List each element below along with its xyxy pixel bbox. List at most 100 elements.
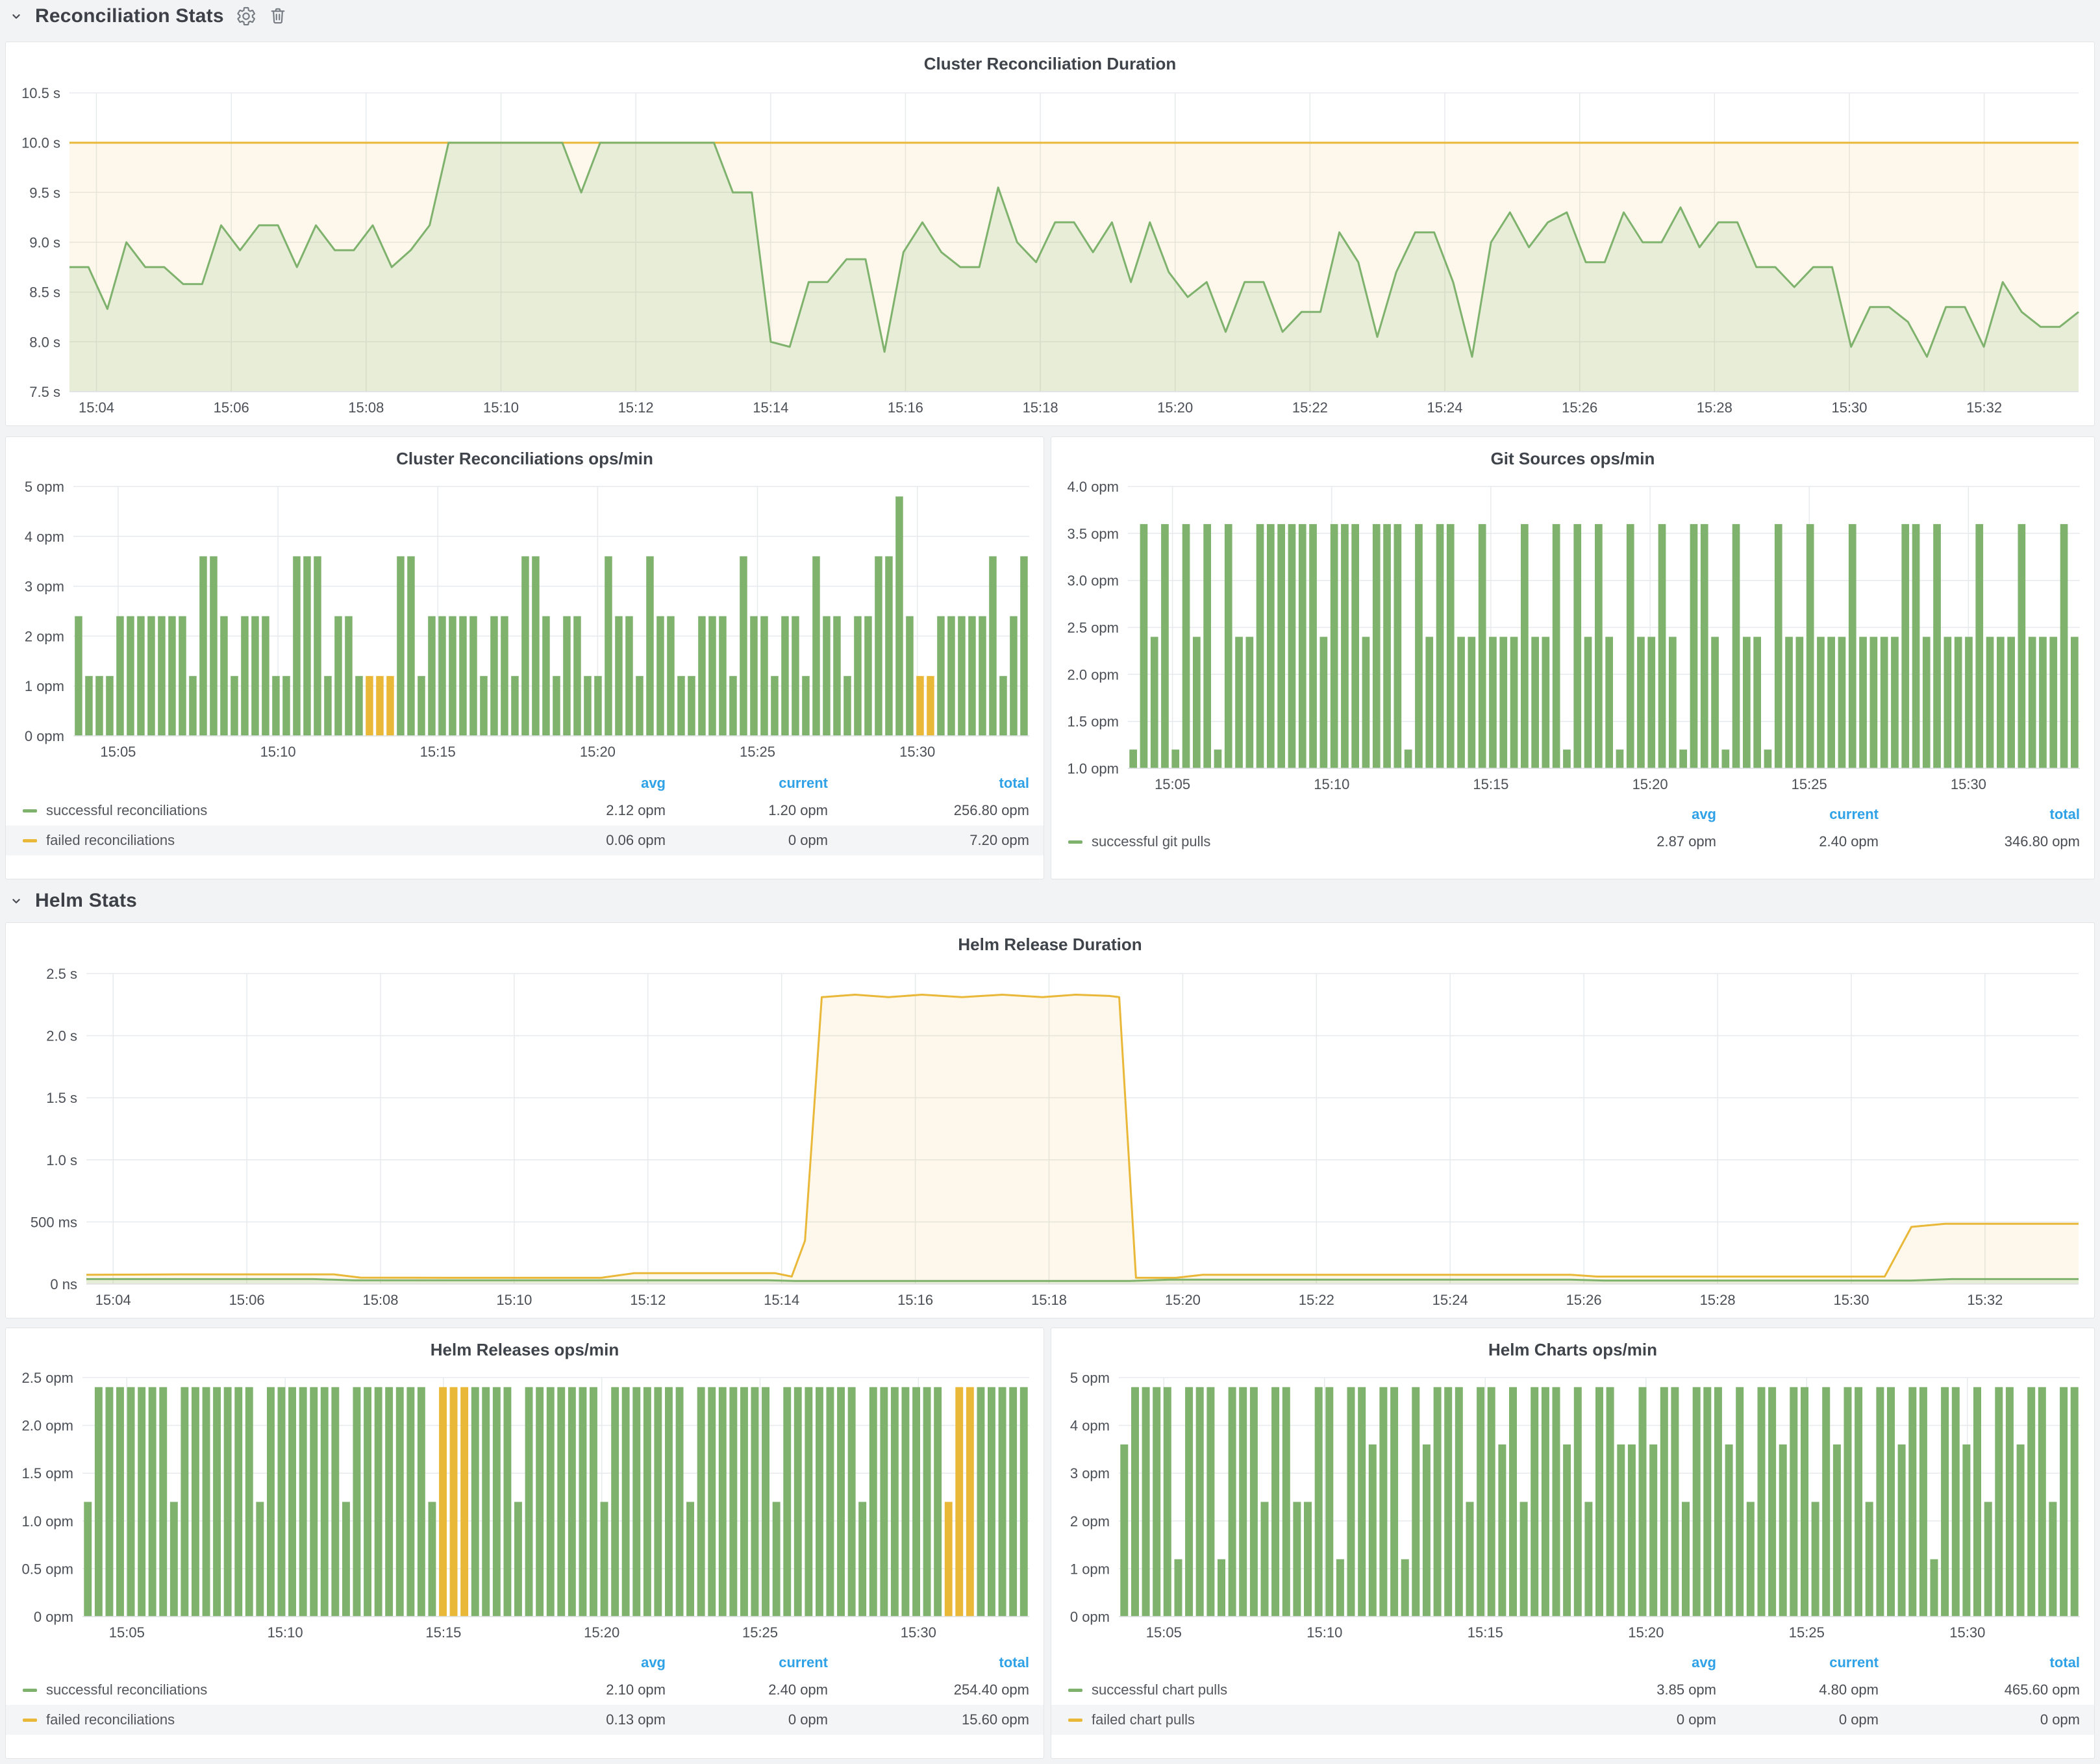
stat-avg: 0 opm: [1554, 1711, 1716, 1728]
helm-release-duration-chart[interactable]: 0 ns500 ms1.0 s1.5 s2.0 s2.5 s15:0415:06…: [14, 966, 2086, 1310]
stat-total: 346.80 opm: [1879, 833, 2080, 850]
svg-text:15:28: 15:28: [1697, 399, 1732, 416]
svg-text:15:10: 15:10: [483, 399, 519, 416]
legend-header-current[interactable]: current: [1716, 806, 1879, 823]
svg-text:15:04: 15:04: [95, 1292, 131, 1308]
series-label[interactable]: successful reconciliations: [46, 802, 207, 819]
svg-text:15:15: 15:15: [425, 1624, 461, 1641]
trash-icon[interactable]: [268, 6, 289, 27]
svg-text:15:10: 15:10: [268, 1624, 303, 1641]
svg-text:15:16: 15:16: [888, 399, 923, 416]
svg-text:2.5 s: 2.5 s: [46, 966, 77, 982]
svg-text:1 opm: 1 opm: [1070, 1561, 1110, 1577]
gear-icon[interactable]: [236, 6, 256, 27]
svg-text:0.5 opm: 0.5 opm: [22, 1561, 74, 1577]
legend-header-total[interactable]: total: [828, 1654, 1029, 1671]
svg-text:3 opm: 3 opm: [25, 579, 64, 595]
legend-header-total[interactable]: total: [828, 775, 1029, 792]
svg-text:15:30: 15:30: [1831, 399, 1867, 416]
panel-title[interactable]: Helm Release Duration: [6, 935, 2094, 955]
series-label[interactable]: successful chart pulls: [1092, 1682, 1227, 1698]
helm-releases-chart[interactable]: 0 opm0.5 opm1.0 opm1.5 opm2.0 opm2.5 opm…: [10, 1370, 1038, 1643]
git-sources-chart[interactable]: 1.0 opm1.5 opm2.0 opm2.5 opm3.0 opm3.5 o…: [1055, 479, 2089, 794]
legend-header-avg[interactable]: avg: [503, 775, 666, 792]
series-label[interactable]: failed chart pulls: [1092, 1711, 1195, 1728]
stat-current: 0 opm: [666, 1711, 828, 1728]
legend-header-total[interactable]: total: [1879, 1654, 2080, 1671]
stat-avg: 2.87 opm: [1554, 833, 1716, 850]
panel-title[interactable]: Helm Releases ops/min: [6, 1340, 1044, 1360]
svg-text:9.0 s: 9.0 s: [29, 234, 60, 251]
section-title[interactable]: Reconciliation Stats: [35, 5, 224, 27]
svg-text:10.5 s: 10.5 s: [21, 85, 60, 101]
legend-header-total[interactable]: total: [1879, 806, 2080, 823]
svg-text:15:04: 15:04: [79, 399, 114, 416]
svg-text:15:14: 15:14: [753, 399, 788, 416]
panel-title[interactable]: Cluster Reconciliations ops/min: [6, 449, 1044, 469]
svg-text:3.5 opm: 3.5 opm: [1068, 525, 1119, 542]
svg-text:2 opm: 2 opm: [25, 628, 64, 644]
panel-title[interactable]: Helm Charts ops/min: [1051, 1340, 2094, 1360]
panel-title[interactable]: Git Sources ops/min: [1051, 449, 2094, 469]
svg-text:1.0 s: 1.0 s: [46, 1152, 77, 1168]
series-label[interactable]: successful reconciliations: [46, 1682, 207, 1698]
svg-text:15:26: 15:26: [1562, 399, 1597, 416]
svg-text:15:32: 15:32: [1966, 399, 2002, 416]
cluster-reconciliations-chart[interactable]: 0 opm1 opm2 opm3 opm4 opm5 opm15:0515:10…: [10, 479, 1038, 762]
legend: avg current total successful chart pulls…: [1051, 1650, 2094, 1735]
section-title[interactable]: Helm Stats: [35, 890, 137, 912]
legend-header-avg[interactable]: avg: [503, 1654, 666, 1671]
svg-text:15:10: 15:10: [1306, 1624, 1342, 1641]
panel-helm-release-duration: Helm Release Duration 0 ns500 ms1.0 s1.5…: [5, 922, 2095, 1318]
legend-row: successful reconciliations 2.10 opm 2.40…: [6, 1675, 1044, 1705]
stat-current: 2.40 opm: [666, 1682, 828, 1698]
svg-text:4.0 opm: 4.0 opm: [1068, 479, 1119, 495]
series-label[interactable]: successful git pulls: [1092, 833, 1210, 850]
svg-text:15:10: 15:10: [260, 744, 296, 760]
legend-header-current[interactable]: current: [666, 775, 828, 792]
legend-header-current[interactable]: current: [1716, 1654, 1879, 1671]
chevron-down-icon: [9, 894, 23, 908]
series-label[interactable]: failed reconciliations: [46, 1711, 175, 1728]
stat-current: 2.40 opm: [1716, 833, 1879, 850]
series-swatch: [23, 1689, 37, 1692]
svg-text:15:20: 15:20: [1628, 1624, 1664, 1641]
series-label[interactable]: failed reconciliations: [46, 832, 175, 849]
svg-text:15:14: 15:14: [764, 1292, 799, 1308]
svg-text:8.0 s: 8.0 s: [29, 334, 60, 350]
stat-avg: 3.85 opm: [1554, 1682, 1716, 1698]
svg-text:15:18: 15:18: [1031, 1292, 1067, 1308]
section-helm-stats[interactable]: Helm Stats: [9, 886, 137, 916]
panel-helm-charts: Helm Charts ops/min 0 opm1 opm2 opm3 opm…: [1051, 1328, 2095, 1759]
svg-text:15:05: 15:05: [109, 1624, 145, 1641]
svg-text:1.5 s: 1.5 s: [46, 1090, 77, 1106]
svg-text:1.0 opm: 1.0 opm: [22, 1513, 74, 1530]
svg-text:2.5 opm: 2.5 opm: [22, 1370, 74, 1386]
svg-text:15:06: 15:06: [214, 399, 249, 416]
legend-header-avg[interactable]: avg: [1554, 1654, 1716, 1671]
stat-avg: 0.13 opm: [503, 1711, 666, 1728]
svg-text:0 opm: 0 opm: [34, 1609, 73, 1625]
svg-text:15:06: 15:06: [229, 1292, 265, 1308]
svg-text:15:20: 15:20: [1632, 776, 1668, 792]
legend-header-current[interactable]: current: [666, 1654, 828, 1671]
svg-text:15:30: 15:30: [1833, 1292, 1869, 1308]
legend-header-avg[interactable]: avg: [1554, 806, 1716, 823]
svg-text:0 opm: 0 opm: [1070, 1609, 1110, 1625]
svg-text:15:20: 15:20: [1165, 1292, 1201, 1308]
stat-current: 4.80 opm: [1716, 1682, 1879, 1698]
panel-title[interactable]: Cluster Reconciliation Duration: [6, 54, 2094, 74]
svg-text:5 opm: 5 opm: [1070, 1370, 1110, 1386]
section-reconciliation-stats[interactable]: Reconciliation Stats: [9, 1, 289, 31]
svg-text:0 ns: 0 ns: [50, 1276, 77, 1292]
stat-total: 7.20 opm: [828, 832, 1029, 849]
svg-text:0 opm: 0 opm: [25, 728, 64, 744]
svg-text:15:05: 15:05: [1155, 776, 1190, 792]
helm-charts-chart[interactable]: 0 opm1 opm2 opm3 opm4 opm5 opm15:0515:10…: [1055, 1370, 2089, 1643]
svg-text:15:22: 15:22: [1292, 399, 1328, 416]
stat-current: 1.20 opm: [666, 802, 828, 819]
cluster-reconciliation-duration-chart[interactable]: 7.5 s8.0 s8.5 s9.0 s9.5 s10.0 s10.5 s15:…: [14, 85, 2086, 418]
svg-text:15:10: 15:10: [1314, 776, 1349, 792]
panel-helm-releases: Helm Releases ops/min 0 opm 0.5 opm 1.0 op…: [5, 1328, 1044, 1759]
panel-cluster-reconciliation-duration: Cluster Reconciliation Duration 7.5 s8.0…: [5, 42, 2095, 426]
